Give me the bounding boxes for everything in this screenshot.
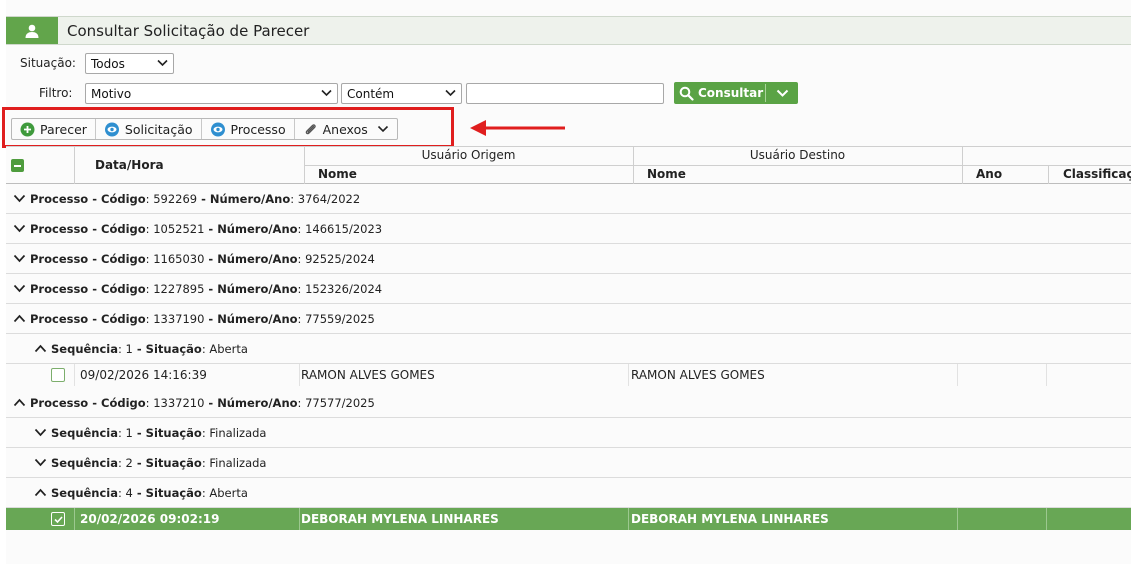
filtro-text-input[interactable] [466,83,664,104]
process-group-text: Processo - Código: 1227895 - Número/Ano:… [30,281,383,296]
row-datahora: 09/02/2026 14:16:39 [80,368,207,382]
process-group-text: Processo - Código: 1337210 - Número/Ano:… [30,395,375,410]
consultar-main[interactable]: Consultar [674,82,765,104]
situacao-label: Situação: [20,56,76,70]
cell-divider [299,508,300,530]
header-divider [1048,165,1049,184]
header-nome-destino[interactable]: Nome [647,167,686,181]
highlight-box [2,107,454,148]
header-classificacao[interactable]: Classificaçã [1063,167,1131,181]
header-usuario-origem[interactable]: Usuário Origem [304,148,633,162]
title-bar: Consultar Solicitação de Parecer [6,16,1131,45]
row-datahora: 20/02/2026 09:02:19 [80,512,220,526]
row-checkbox[interactable] [51,368,65,382]
header-ano[interactable]: Ano [976,167,1002,181]
sequence-group-text: Sequência: 1 - Situação: Finalizada [51,425,267,440]
cell-divider [957,508,958,530]
chevron-down-icon[interactable] [12,193,26,205]
user-icon [6,17,58,44]
sequence-group-row[interactable]: Sequência: 1 - Situação: Aberta [6,334,1131,364]
header-nome-origem[interactable]: Nome [318,167,357,181]
process-group-row[interactable]: Processo - Código: 592269 - Número/Ano: … [6,184,1131,214]
cell-divider [74,364,75,386]
page-title: Consultar Solicitação de Parecer [67,22,310,40]
cell-divider [1046,508,1047,530]
process-group-text: Processo - Código: 1052521 - Número/Ano:… [30,221,383,236]
arrow-left-icon [470,120,565,136]
cell-divider [1046,364,1047,386]
checkmark-icon [53,515,63,523]
row-usuario-destino: DEBORAH MYLENA LINHARES [631,512,829,526]
filtro-operator-select[interactable]: Contém [341,83,462,104]
cell-divider [299,364,300,386]
chevron-up-icon[interactable] [12,397,26,409]
header-divider [304,165,1131,166]
table-row-selected[interactable]: 20/02/2026 09:02:19 DEBORAH MYLENA LINHA… [6,508,1131,530]
chevron-up-icon[interactable] [33,487,47,499]
filtro-field-select[interactable]: Motivo [85,83,338,104]
chevron-down-icon [157,59,168,67]
chevron-down-icon[interactable] [33,427,47,439]
page: Consultar Solicitação de Parecer Situaçã… [2,0,1131,564]
chevron-up-icon[interactable] [33,343,47,355]
row-checkbox[interactable] [51,512,65,526]
sequence-group-text: Sequência: 4 - Situação: Aberta [51,485,248,500]
situacao-select[interactable]: Todos [85,53,174,74]
consultar-label: Consultar [698,86,764,100]
chevron-down-icon[interactable] [33,457,47,469]
cell-divider [628,364,629,386]
cell-divider [628,508,629,530]
process-group-row[interactable]: Processo - Código: 1337190 - Número/Ano:… [6,304,1131,334]
header-datahora[interactable]: Data/Hora [95,158,164,172]
sequence-group-text: Sequência: 2 - Situação: Finalizada [51,455,267,470]
process-group-row[interactable]: Processo - Código: 1227895 - Número/Ano:… [6,274,1131,304]
cell-divider [74,508,75,530]
process-group-text: Processo - Código: 1337190 - Número/Ano:… [30,311,375,326]
header-divider [74,147,75,184]
filtro-label: Filtro: [39,86,73,100]
consultar-button[interactable]: Consultar [674,82,798,104]
row-usuario-destino: RAMON ALVES GOMES [631,368,765,382]
sequence-group-row[interactable]: Sequência: 2 - Situação: Finalizada [6,448,1131,478]
row-usuario-origem: RAMON ALVES GOMES [301,368,435,382]
chevron-up-icon[interactable] [12,313,26,325]
chevron-down-icon [445,89,456,97]
search-icon [679,86,694,101]
header-usuario-destino[interactable]: Usuário Destino [633,148,962,162]
filtro-field-value: Motivo [91,87,132,101]
table-row[interactable]: 09/02/2026 14:16:39 RAMON ALVES GOMES RA… [6,364,1131,386]
process-group-row[interactable]: Processo - Código: 1337210 - Número/Ano:… [6,388,1131,418]
process-group-row[interactable]: Processo - Código: 1052521 - Número/Ano:… [6,214,1131,244]
sequence-group-text: Sequência: 1 - Situação: Aberta [51,341,248,356]
chevron-down-icon[interactable] [12,223,26,235]
grid-header: Data/Hora Usuário Origem Usuário Destino… [6,146,1131,184]
header-divider [962,147,963,184]
process-group-row[interactable]: Processo - Código: 1165030 - Número/Ano:… [6,244,1131,274]
row-usuario-origem: DEBORAH MYLENA LINHARES [301,512,499,526]
sequence-group-row[interactable]: Sequência: 1 - Situação: Finalizada [6,418,1131,448]
filtro-operator-value: Contém [347,87,395,101]
process-group-text: Processo - Código: 592269 - Número/Ano: … [30,191,361,206]
chevron-down-icon [321,89,332,97]
situacao-select-value: Todos [91,57,125,71]
select-all-checkbox[interactable] [11,159,24,172]
chevron-down-icon [776,89,788,97]
consultar-dropdown-button[interactable] [766,82,798,104]
cell-divider [957,364,958,386]
chevron-down-icon[interactable] [12,253,26,265]
sequence-group-row[interactable]: Sequência: 4 - Situação: Aberta [6,478,1131,508]
chevron-down-icon[interactable] [12,283,26,295]
process-group-text: Processo - Código: 1165030 - Número/Ano:… [30,251,375,266]
